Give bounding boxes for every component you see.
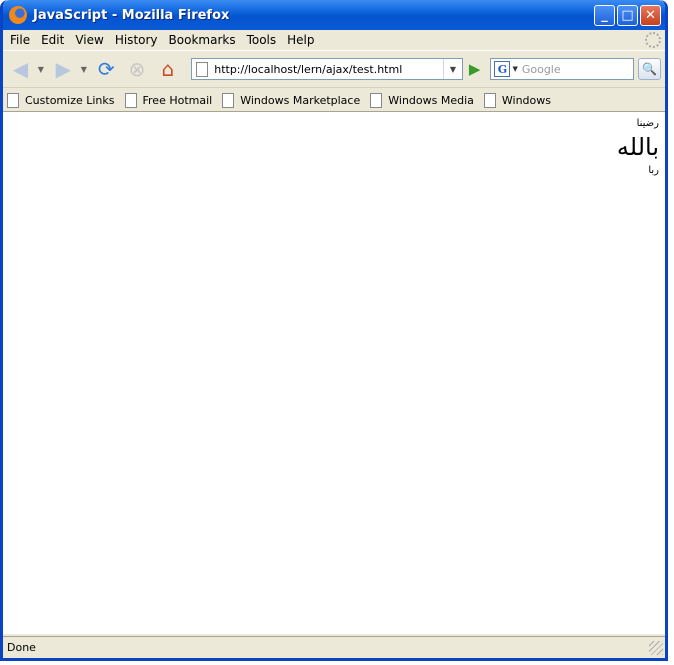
navigation-toolbar: ◀ ▼ ▶ ▼ ⟳ ⊗ ⌂ http://localhost/lern/ajax… (3, 50, 665, 87)
window-title: JavaScript - Mozilla Firefox (33, 7, 230, 23)
back-button[interactable]: ◀ (7, 55, 34, 83)
search-box[interactable]: G ▼ Google (490, 58, 634, 80)
forward-dropdown-icon[interactable]: ▼ (81, 65, 87, 74)
minimize-button[interactable]: _ (594, 4, 615, 26)
page-icon (370, 92, 383, 108)
search-engine-dropdown-icon[interactable]: ▼ (512, 65, 517, 73)
page-icon (196, 61, 209, 77)
menu-help[interactable]: Help (287, 33, 314, 47)
arabic-text-line-2: بالله (616, 133, 659, 161)
bookmark-windows[interactable]: Windows (483, 92, 551, 108)
page-icon (483, 92, 496, 108)
bookmark-label: Windows Marketplace (240, 93, 361, 107)
bookmark-free-hotmail[interactable]: Free Hotmail (124, 92, 213, 108)
url-text[interactable]: http://localhost/lern/ajax/test.html (214, 63, 443, 76)
bookmarks-toolbar: Customize Links Free Hotmail Windows Mar… (3, 87, 665, 113)
search-placeholder[interactable]: Google (522, 63, 561, 76)
close-button[interactable]: ✕ (640, 4, 661, 26)
search-button[interactable]: 🔍 (637, 58, 662, 80)
page-content: رضينا بالله ربا (3, 111, 665, 634)
status-text: Done (7, 641, 36, 654)
resize-grip-icon[interactable] (649, 640, 663, 655)
bookmark-label: Customize Links (25, 93, 115, 107)
reload-button[interactable]: ⟳ (93, 55, 120, 83)
page-icon (7, 92, 19, 108)
bookmark-windows-marketplace[interactable]: Windows Marketplace (222, 92, 361, 108)
bookmark-label: Free Hotmail (142, 93, 213, 107)
url-bar[interactable]: http://localhost/lern/ajax/test.html ▼ (191, 58, 463, 80)
menu-view[interactable]: View (75, 33, 103, 47)
menu-history[interactable]: History (115, 33, 158, 47)
menu-edit[interactable]: Edit (41, 33, 64, 47)
arabic-text-line-1: رضينا (636, 118, 659, 129)
title-bar: JavaScript - Mozilla Firefox _ □ ✕ (3, 0, 665, 30)
bookmark-label: Windows Media (388, 93, 474, 107)
url-dropdown-icon[interactable]: ▼ (442, 59, 462, 79)
maximize-button[interactable]: □ (617, 4, 638, 26)
home-button[interactable]: ⌂ (154, 55, 181, 83)
bookmark-customize-links[interactable]: Customize Links (7, 92, 115, 108)
page-icon (222, 92, 235, 108)
menu-tools[interactable]: Tools (247, 33, 277, 47)
google-icon[interactable]: G (494, 61, 511, 77)
browser-window: JavaScript - Mozilla Firefox _ □ ✕ File … (0, 0, 668, 661)
go-button[interactable]: ▶ (469, 60, 481, 78)
status-bar: Done (3, 636, 665, 658)
forward-button[interactable]: ▶ (50, 55, 77, 83)
menu-bookmarks[interactable]: Bookmarks (169, 33, 236, 47)
throbber-icon (645, 32, 661, 48)
bookmark-label: Windows (501, 93, 551, 107)
stop-button[interactable]: ⊗ (124, 55, 151, 83)
menu-file[interactable]: File (10, 33, 30, 47)
firefox-icon (9, 6, 27, 24)
page-icon (124, 92, 137, 108)
arabic-text-line-3: ربا (648, 165, 659, 176)
menu-bar: File Edit View History Bookmarks Tools H… (3, 30, 665, 50)
bookmark-windows-media[interactable]: Windows Media (370, 92, 474, 108)
back-dropdown-icon[interactable]: ▼ (38, 65, 44, 74)
